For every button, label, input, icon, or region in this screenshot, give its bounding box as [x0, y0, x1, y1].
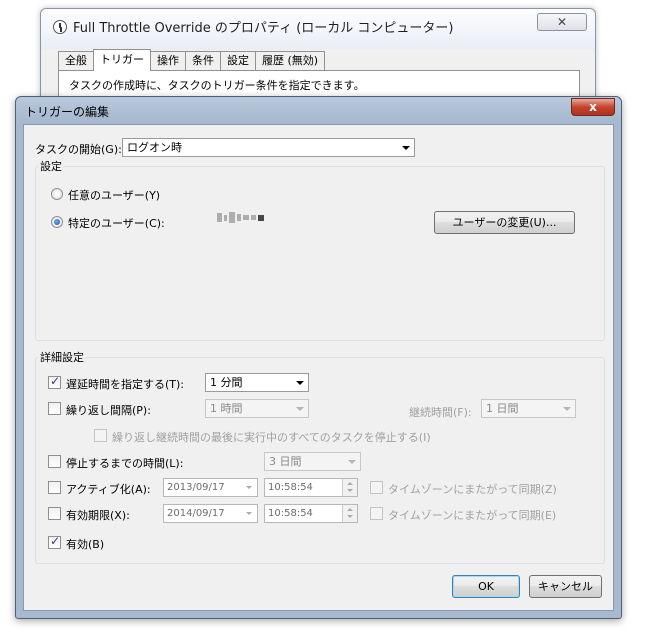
- chevron-down-icon: [402, 146, 410, 150]
- expire-sync-label: タイムゾーンにまたがって同期(E): [388, 509, 557, 522]
- expire-date-value: 2014/09/17: [167, 508, 225, 519]
- duration-select[interactable]: 1 日間: [481, 399, 576, 418]
- settings-group-title: 設定: [38, 158, 64, 174]
- stop-running-label: 繰り返し継続時間の最後に実行中のすべてのタスクを停止する(I): [112, 431, 431, 444]
- delay-label: 遅延時間を指定する(T):: [66, 378, 185, 391]
- enabled-label: 有効(B): [66, 538, 105, 551]
- expire-time-value: 10:58:54: [268, 508, 313, 519]
- chevron-down-icon: [246, 486, 252, 489]
- chevron-down-icon: [296, 407, 304, 411]
- dialog-close-button[interactable]: x: [571, 98, 615, 116]
- activate-time-value: 10:58:54: [268, 482, 313, 493]
- specific-user-radio[interactable]: [51, 216, 63, 228]
- chevron-down-icon: [296, 381, 304, 385]
- start-task-value: ログオン時: [127, 141, 182, 154]
- specific-user-label: 特定のユーザー(C):: [68, 217, 165, 230]
- repeat-checkbox[interactable]: [48, 402, 61, 415]
- stop-after-checkbox[interactable]: [48, 455, 61, 468]
- dialog-title: トリガーの編集: [25, 105, 110, 119]
- duration-value: 1 日間: [486, 402, 519, 415]
- dialog-client-area: タスクの開始(G): ログオン時 設定 任意のユーザー(Y) 特定のユーザー(C…: [23, 124, 614, 611]
- tab-general[interactable]: 全般: [58, 51, 94, 71]
- properties-tabs: 全般 トリガー 操作 条件 設定 履歴 (無効): [58, 49, 326, 71]
- enabled-checkbox[interactable]: [48, 534, 61, 549]
- any-user-label: 任意のユーザー(Y): [68, 189, 161, 202]
- tab-conditions[interactable]: 条件: [185, 51, 221, 71]
- advanced-group-title: 詳細設定: [38, 349, 86, 365]
- time-spinner-icon[interactable]: [342, 479, 357, 496]
- delay-checkbox[interactable]: [48, 374, 61, 389]
- tab-history[interactable]: 履歴 (無効): [255, 51, 326, 71]
- chevron-down-icon: [563, 407, 571, 411]
- edit-trigger-dialog: トリガーの編集 x タスクの開始(G): ログオン時 設定 任意のユーザー(Y)…: [15, 96, 622, 619]
- time-spinner-icon[interactable]: [342, 505, 357, 522]
- user-name-redacted: [217, 212, 264, 223]
- stop-after-select[interactable]: 3 日間: [264, 452, 361, 471]
- any-user-radio[interactable]: [51, 188, 63, 200]
- start-task-select[interactable]: ログオン時: [122, 138, 415, 157]
- expire-label: 有効期限(X):: [66, 509, 130, 522]
- expire-sync-checkbox[interactable]: [370, 507, 383, 520]
- tab-triggers[interactable]: トリガー: [93, 49, 151, 71]
- start-task-label: タスクの開始(G):: [35, 143, 122, 156]
- expire-time-field[interactable]: 10:58:54: [264, 504, 358, 523]
- triggers-description: タスクの作成時に、タスクのトリガー条件を指定できます。: [69, 79, 365, 92]
- activate-date-value: 2013/09/17: [167, 482, 225, 493]
- cancel-button[interactable]: キャンセル: [529, 575, 602, 598]
- repeat-value: 1 時間: [210, 402, 243, 415]
- activate-sync-label: タイムゾーンにまたがって同期(Z): [388, 483, 557, 496]
- change-user-button[interactable]: ユーザーの変更(U)...: [434, 211, 575, 234]
- tab-settings[interactable]: 設定: [220, 51, 256, 71]
- clock-icon: [53, 20, 67, 34]
- tab-actions[interactable]: 操作: [150, 51, 186, 71]
- stop-after-label: 停止するまでの時間(L):: [66, 457, 184, 470]
- repeat-select[interactable]: 1 時間: [205, 399, 309, 418]
- activate-sync-checkbox[interactable]: [370, 481, 383, 494]
- activate-time-field[interactable]: 10:58:54: [264, 478, 358, 497]
- ok-button[interactable]: OK: [452, 575, 520, 598]
- activate-checkbox[interactable]: [48, 481, 61, 494]
- chevron-down-icon: [348, 460, 356, 464]
- expire-date-field[interactable]: 2014/09/17: [163, 504, 258, 523]
- expire-checkbox[interactable]: [48, 507, 61, 520]
- delay-value: 1 分間: [210, 376, 243, 389]
- duration-label: 継続時間(F):: [409, 406, 472, 419]
- properties-window-title: Full Throttle Override のプロパティ (ローカル コンピュ…: [73, 21, 454, 36]
- stop-running-checkbox[interactable]: [94, 429, 107, 442]
- properties-close-button[interactable]: ✕: [537, 13, 587, 31]
- stop-after-value: 3 日間: [269, 455, 302, 468]
- activate-date-field[interactable]: 2013/09/17: [163, 478, 258, 497]
- repeat-label: 繰り返し間隔(P):: [66, 404, 151, 417]
- activate-label: アクティブ化(A):: [66, 483, 151, 496]
- delay-select[interactable]: 1 分間: [205, 373, 309, 392]
- chevron-down-icon: [246, 512, 252, 515]
